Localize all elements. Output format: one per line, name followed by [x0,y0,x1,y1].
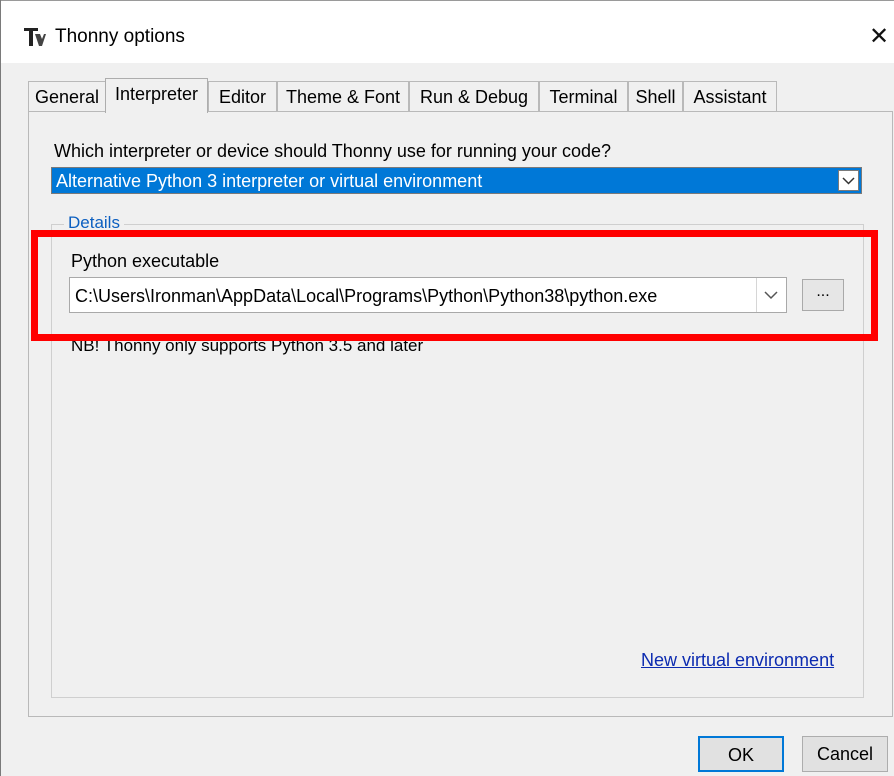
tab-shell[interactable]: Shell [628,81,683,111]
tab-editor[interactable]: Editor [208,81,277,111]
new-virtual-environment-link[interactable]: New virtual environment [641,650,834,671]
tab-general[interactable]: General [28,81,106,111]
cancel-button[interactable]: Cancel [802,736,888,772]
thonny-app-icon [24,28,46,46]
chevron-down-icon[interactable] [838,170,859,191]
interpreter-question: Which interpreter or device should Thonn… [54,141,611,161]
ok-button[interactable]: OK [698,736,784,772]
window-title: Thonny options [55,26,185,47]
interpreter-select-value: Alternative Python 3 interpreter or virt… [56,171,483,191]
tab-assistant[interactable]: Assistant [683,81,777,111]
title-bar: Thonny options ✕ [1,1,894,63]
tab-terminal[interactable]: Terminal [539,81,628,111]
highlight-box [31,230,878,341]
tab-run-debug[interactable]: Run & Debug [409,81,539,111]
window-left-border [0,0,1,776]
close-icon[interactable]: ✕ [863,18,894,56]
tab-theme-font[interactable]: Theme & Font [277,81,409,111]
tab-interpreter[interactable]: Interpreter [105,78,208,113]
interpreter-select[interactable]: Alternative Python 3 interpreter or virt… [51,167,862,194]
